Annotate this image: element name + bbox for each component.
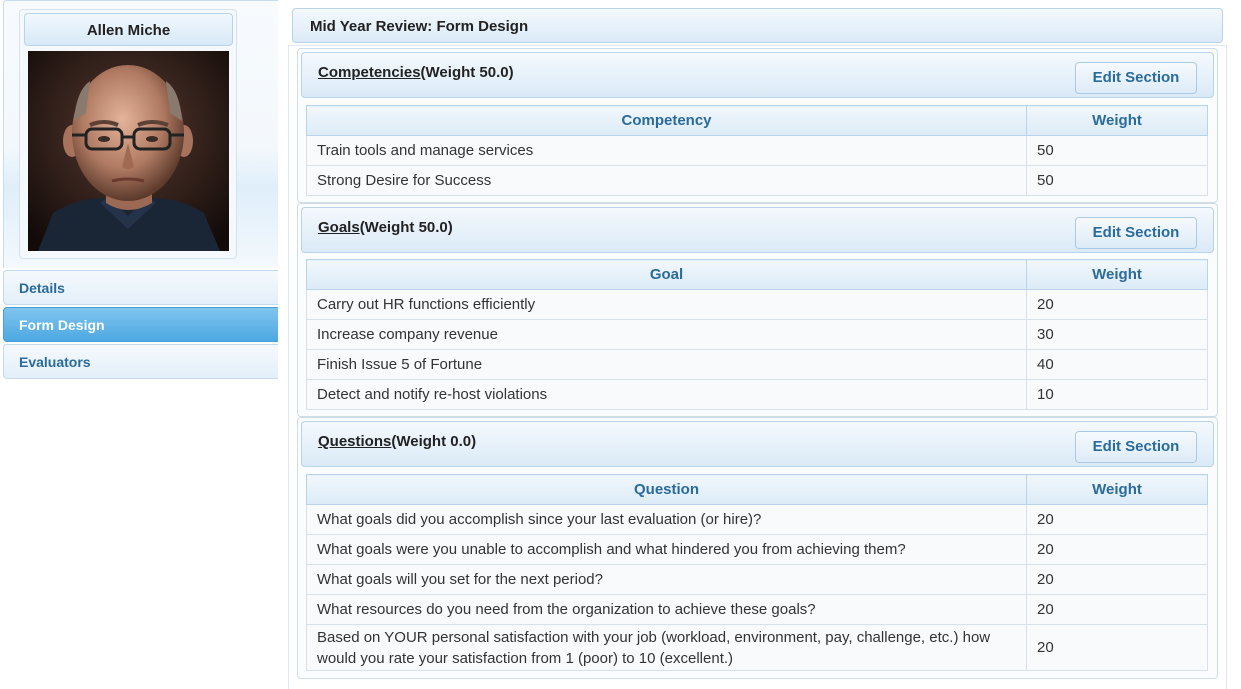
column-header-question[interactable]: Question	[306, 474, 1027, 505]
competencies-section: Competencies(Weight 50.0) Edit Section C…	[297, 48, 1218, 203]
row-weight: 30	[1026, 319, 1208, 350]
row-weight: 40	[1026, 349, 1208, 380]
column-header-goal[interactable]: Goal	[306, 259, 1027, 290]
sidebar: Allen Miche Details Form Design Evaluato…	[0, 0, 278, 689]
edit-section-button[interactable]: Edit Section	[1075, 431, 1197, 463]
row-weight: 20	[1026, 624, 1208, 671]
questions-section: Questions(Weight 0.0) Edit Section Quest…	[297, 417, 1218, 679]
row-name: Train tools and manage services	[306, 135, 1027, 166]
row-name: Strong Desire for Success	[306, 165, 1027, 196]
section-header: Goals(Weight 50.0) Edit Section	[301, 207, 1214, 253]
column-header-competency[interactable]: Competency	[306, 105, 1027, 136]
nav-item-form-design[interactable]: Form Design	[3, 307, 278, 342]
avatar-photo	[28, 51, 229, 251]
section-weight: (Weight 0.0)	[391, 433, 477, 450]
section-title: Goals(Weight 50.0)	[318, 219, 453, 236]
table-row[interactable]: Finish Issue 5 of Fortune 40	[306, 349, 1208, 380]
row-name: Increase company revenue	[306, 319, 1027, 350]
questions-link[interactable]: Questions	[318, 433, 391, 450]
row-name: Finish Issue 5 of Fortune	[306, 349, 1027, 380]
row-name: What resources do you need from the orga…	[306, 594, 1027, 625]
nav-item-evaluators[interactable]: Evaluators	[3, 344, 278, 379]
row-weight: 50	[1026, 135, 1208, 166]
row-weight: 20	[1026, 504, 1208, 535]
edit-section-button[interactable]: Edit Section	[1075, 217, 1197, 249]
profile-name: Allen Miche	[24, 13, 233, 46]
section-header: Questions(Weight 0.0) Edit Section	[301, 421, 1214, 467]
row-name: What goals were you unable to accomplish…	[306, 534, 1027, 565]
questions-table: Question Weight What goals did you accom…	[306, 474, 1208, 671]
goals-link[interactable]: Goals	[318, 219, 360, 236]
row-name: Based on YOUR personal satisfaction with…	[306, 624, 1027, 671]
row-name: Detect and notify re-host violations	[306, 379, 1027, 410]
row-weight: 20	[1026, 594, 1208, 625]
row-name: What goals did you accomplish since your…	[306, 504, 1027, 535]
row-name: Carry out HR functions efficiently	[306, 289, 1027, 320]
column-header-weight[interactable]: Weight	[1026, 259, 1208, 290]
row-weight: 10	[1026, 379, 1208, 410]
page-title: Mid Year Review: Form Design	[292, 8, 1223, 43]
row-weight: 50	[1026, 165, 1208, 196]
table-row[interactable]: Carry out HR functions efficiently 20	[306, 289, 1208, 320]
goals-table: Goal Weight Carry out HR functions effic…	[306, 259, 1208, 410]
section-title: Questions(Weight 0.0)	[318, 433, 476, 450]
table-row[interactable]: Increase company revenue 30	[306, 319, 1208, 350]
table-row[interactable]: Detect and notify re-host violations 10	[306, 379, 1208, 410]
competencies-link[interactable]: Competencies	[318, 64, 421, 81]
table-row[interactable]: Strong Desire for Success 50	[306, 165, 1208, 196]
table-row[interactable]: What goals will you set for the next per…	[306, 564, 1208, 595]
goals-section: Goals(Weight 50.0) Edit Section Goal Wei…	[297, 203, 1218, 417]
competencies-table: Competency Weight Train tools and manage…	[306, 105, 1208, 196]
row-weight: 20	[1026, 289, 1208, 320]
row-name: What goals will you set for the next per…	[306, 564, 1027, 595]
edit-section-button[interactable]: Edit Section	[1075, 62, 1197, 94]
table-row[interactable]: What goals did you accomplish since your…	[306, 504, 1208, 535]
table-row[interactable]: Based on YOUR personal satisfaction with…	[306, 624, 1208, 671]
section-weight: (Weight 50.0)	[420, 64, 514, 81]
section-title: Competencies(Weight 50.0)	[318, 64, 514, 81]
profile-card: Allen Miche	[19, 9, 237, 259]
avatar	[28, 51, 229, 251]
table-row[interactable]: What resources do you need from the orga…	[306, 594, 1208, 625]
table-row[interactable]: Train tools and manage services 50	[306, 135, 1208, 166]
section-header: Competencies(Weight 50.0) Edit Section	[301, 52, 1214, 98]
row-weight: 20	[1026, 534, 1208, 565]
section-weight: (Weight 50.0)	[359, 219, 453, 236]
nav-item-details[interactable]: Details	[3, 270, 278, 305]
row-weight: 20	[1026, 564, 1208, 595]
table-row[interactable]: What goals were you unable to accomplish…	[306, 534, 1208, 565]
column-header-weight[interactable]: Weight	[1026, 474, 1208, 505]
column-header-weight[interactable]: Weight	[1026, 105, 1208, 136]
